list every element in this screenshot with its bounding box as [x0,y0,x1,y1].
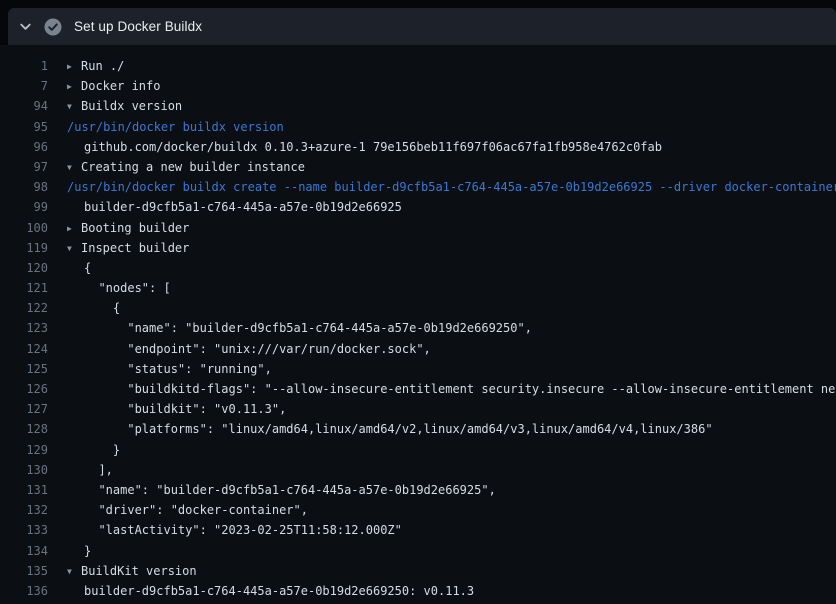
step-header[interactable]: Set up Docker Buildx [8,8,836,45]
log-text: Run ./ [81,59,124,73]
log-text: "name": "builder-d9cfb5a1-c764-445a-a57e… [84,483,496,497]
line-number[interactable]: 129 [0,440,48,460]
log-text: Inspect builder [81,241,189,255]
log-line: 123 "name": "builder-d9cfb5a1-c764-445a-… [0,318,836,338]
log-line: 136 builder-d9cfb5a1-c764-445a-a57e-0b19d… [0,581,836,601]
line-number[interactable]: 127 [0,399,48,419]
triangle-collapsed-icon[interactable]: ▶ [67,219,81,239]
log-group-line[interactable]: 97 ▼Creating a new builder instance [0,157,836,177]
log-group-line[interactable]: 94 ▼Buildx version [0,96,836,116]
log-text: "buildkitd-flags": "--allow-insecure-ent… [84,382,836,396]
log-text: Creating a new builder instance [81,160,305,174]
log-group-line[interactable]: 100 ▶Booting builder [0,218,836,238]
log-text: BuildKit version [81,564,197,578]
log-text: "nodes": [ [84,281,171,295]
line-number[interactable]: 122 [0,298,48,318]
log-text: "buildkit": "v0.11.3", [84,402,286,416]
log-text: } [84,443,120,457]
line-number[interactable]: 135 [0,561,48,581]
log-line: 98/usr/bin/docker buildx create --name b… [0,177,836,197]
line-number[interactable]: 119 [0,238,48,258]
log-text: Docker info [81,79,160,93]
log-text: Buildx version [81,99,182,113]
line-number[interactable]: 134 [0,541,48,561]
line-number[interactable]: 130 [0,460,48,480]
log-text: "lastActivity": "2023-02-25T11:58:12.000… [84,523,402,537]
log-group-line[interactable]: 1 ▶Run ./ [0,56,836,76]
log-line: 125 "status": "running", [0,359,836,379]
line-number[interactable]: 128 [0,419,48,439]
log-line: 96 github.com/docker/buildx 0.10.3+azure-… [0,137,836,157]
log-line: 95/usr/bin/docker buildx version [0,117,836,137]
line-number[interactable]: 125 [0,359,48,379]
log-group-line[interactable]: 7 ▶Docker info [0,76,836,96]
chevron-down-icon[interactable] [18,19,33,34]
line-number[interactable]: 1 [0,56,48,76]
log-text: Booting builder [81,221,189,235]
log-text: builder-d9cfb5a1-c764-445a-a57e-0b19d2e6… [84,584,474,598]
line-number[interactable]: 124 [0,339,48,359]
log-area: 1▶Run ./7▶Docker info94▼Buildx version95… [0,45,836,604]
step-title: Set up Docker Buildx [74,19,202,34]
log-text: "driver": "docker-container", [84,503,308,517]
triangle-expanded-icon[interactable]: ▼ [67,158,81,178]
log-text: } [84,544,91,558]
line-number[interactable]: 131 [0,480,48,500]
triangle-collapsed-icon[interactable]: ▶ [67,57,81,77]
log-text: "status": "running", [84,362,272,376]
line-number[interactable]: 136 [0,581,48,601]
line-number[interactable]: 96 [0,137,48,157]
line-number[interactable]: 120 [0,258,48,278]
triangle-expanded-icon[interactable]: ▼ [67,562,81,582]
log-text: ], [84,463,113,477]
log-line: 131 "name": "builder-d9cfb5a1-c764-445a-… [0,480,836,500]
log-text: "platforms": "linux/amd64,linux/amd64/v2… [84,422,713,436]
line-number[interactable]: 97 [0,157,48,177]
line-number[interactable]: 126 [0,379,48,399]
line-number[interactable]: 7 [0,76,48,96]
actions-log-viewer: Set up Docker Buildx 1▶Run ./7▶Docker in… [0,0,836,604]
log-line: 133 "lastActivity": "2023-02-25T11:58:12… [0,520,836,540]
log-line: 128 "platforms": "linux/amd64,linux/amd6… [0,419,836,439]
log-line: 130 ], [0,460,836,480]
log-text: { [84,301,120,315]
line-number[interactable]: 121 [0,278,48,298]
line-number[interactable]: 100 [0,218,48,238]
triangle-collapsed-icon[interactable]: ▶ [67,77,81,97]
log-text: builder-d9cfb5a1-c764-445a-a57e-0b19d2e6… [84,200,402,214]
log-line: 127 "buildkit": "v0.11.3", [0,399,836,419]
log-line: 124 "endpoint": "unix:///var/run/docker.… [0,339,836,359]
log-text: { [84,261,91,275]
line-number[interactable]: 98 [0,177,48,197]
log-text: github.com/docker/buildx 0.10.3+azure-1 … [84,140,662,154]
line-number[interactable]: 133 [0,520,48,540]
line-number[interactable]: 94 [0,96,48,116]
log-line: 121 "nodes": [ [0,278,836,298]
log-text: /usr/bin/docker buildx create --name bui… [67,180,836,194]
line-number[interactable]: 132 [0,500,48,520]
triangle-expanded-icon[interactable]: ▼ [67,239,81,259]
line-number[interactable]: 123 [0,318,48,338]
log-text: "endpoint": "unix:///var/run/docker.sock… [84,342,431,356]
log-line: 122 { [0,298,836,318]
log-line: 99 builder-d9cfb5a1-c764-445a-a57e-0b19d2… [0,197,836,217]
log-line: 129 } [0,440,836,460]
log-group-line[interactable]: 135 ▼BuildKit version [0,561,836,581]
log-group-line[interactable]: 119 ▼Inspect builder [0,238,836,258]
check-circle-icon [44,18,62,36]
triangle-expanded-icon[interactable]: ▼ [67,97,81,117]
log-line: 120 { [0,258,836,278]
log-text: "name": "builder-d9cfb5a1-c764-445a-a57e… [84,321,532,335]
log-line: 132 "driver": "docker-container", [0,500,836,520]
line-number[interactable]: 95 [0,117,48,137]
log-line: 126 "buildkitd-flags": "--allow-insecure… [0,379,836,399]
line-number[interactable]: 99 [0,197,48,217]
log-text: /usr/bin/docker buildx version [67,120,284,134]
log-line: 134} [0,541,836,561]
